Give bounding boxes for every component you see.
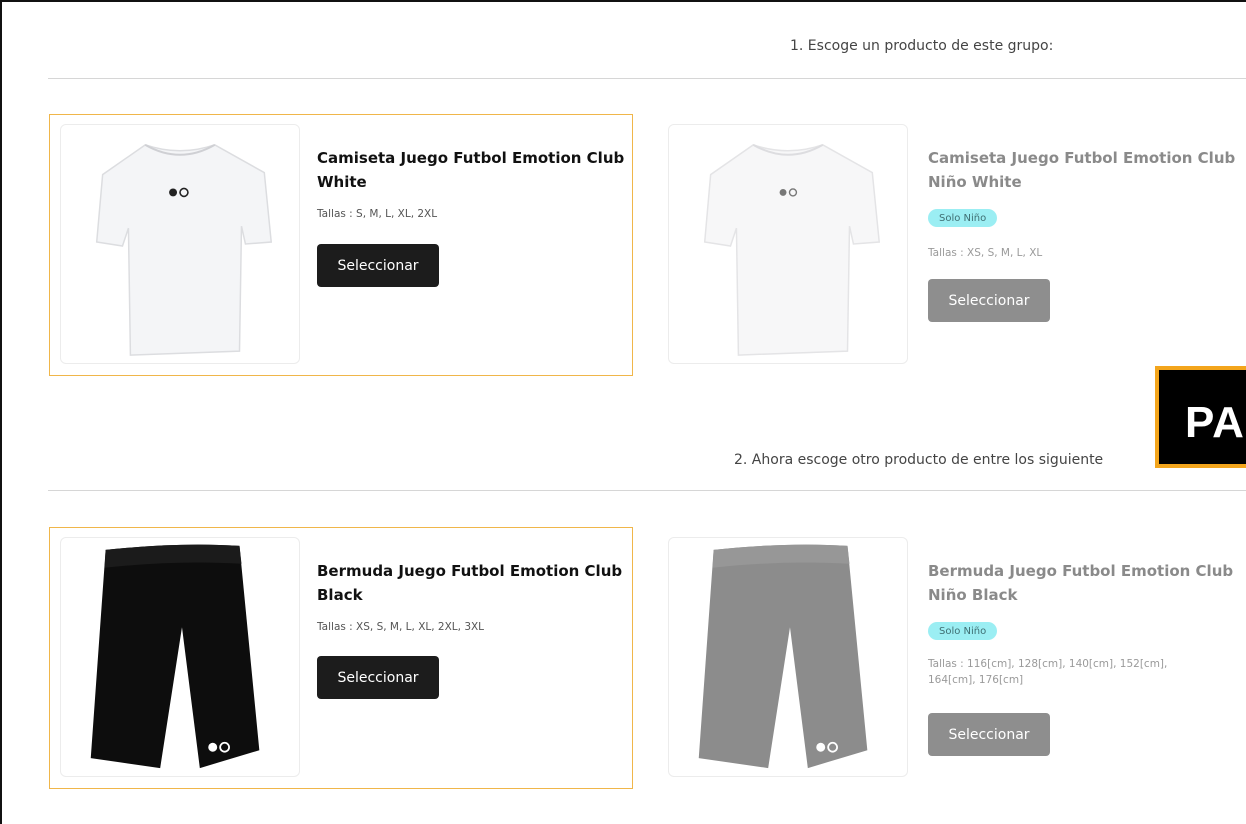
product-image-shorts-grey[interactable]	[668, 537, 908, 777]
product-sizes-line-2: 164[cm], 176[cm]	[928, 674, 1024, 686]
product-title-line-2: White	[317, 173, 367, 191]
product-title-line-1: Camiseta Juego Futbol Emotion Club	[317, 149, 625, 167]
product-title: Bermuda Juego Futbol Emotion Club Black	[317, 559, 637, 607]
product-title-line-1: Bermuda Juego Futbol Emotion Club	[317, 562, 623, 580]
select-button[interactable]: Seleccionar	[317, 656, 439, 699]
product-image-tshirt-white[interactable]	[60, 124, 300, 364]
product-title-line-1: Bermuda Juego Futbol Emotion Club	[928, 562, 1234, 580]
step-2-heading: 2. Ahora escoge otro producto de entre l…	[734, 452, 1104, 468]
select-button[interactable]: Seleccionar	[928, 279, 1050, 322]
product-sizes: Tallas : S, M, L, XL, 2XL	[317, 208, 438, 220]
product-title-line-2: Black	[317, 586, 363, 604]
section-2-divider	[48, 490, 1246, 491]
section-1-divider	[48, 78, 1246, 79]
product-image-tshirt-white-kids[interactable]	[668, 124, 908, 364]
product-sizes-line-1: Tallas : 116[cm], 128[cm], 140[cm], 152[…	[928, 658, 1168, 670]
product-sizes: Tallas : XS, S, M, L, XL	[928, 247, 1043, 259]
product-sizes: Tallas : XS, S, M, L, XL, 2XL, 3XL	[317, 621, 485, 633]
product-title-line-2: Niño Black	[928, 586, 1018, 604]
product-title-line-1: Camiseta Juego Futbol Emotion Club	[928, 149, 1236, 167]
product-title-line-2: Niño White	[928, 173, 1022, 191]
step-1-heading: 1. Escoge un producto de este grupo:	[790, 38, 1054, 54]
overlay-banner: PA	[1155, 366, 1246, 468]
kids-only-badge: Solo Niño	[928, 209, 998, 227]
overlay-text: PA	[1185, 398, 1245, 447]
select-button[interactable]: Seleccionar	[928, 713, 1050, 756]
product-image-shorts-black[interactable]	[60, 537, 300, 777]
product-sizes: Tallas : 116[cm], 128[cm], 140[cm], 152[…	[928, 656, 1228, 688]
kids-only-badge: Solo Niño	[928, 622, 998, 640]
product-title: Camiseta Juego Futbol Emotion Club Niño …	[928, 146, 1246, 194]
product-title: Camiseta Juego Futbol Emotion Club White	[317, 146, 637, 194]
select-button[interactable]: Seleccionar	[317, 244, 439, 287]
product-title: Bermuda Juego Futbol Emotion Club Niño B…	[928, 559, 1246, 607]
